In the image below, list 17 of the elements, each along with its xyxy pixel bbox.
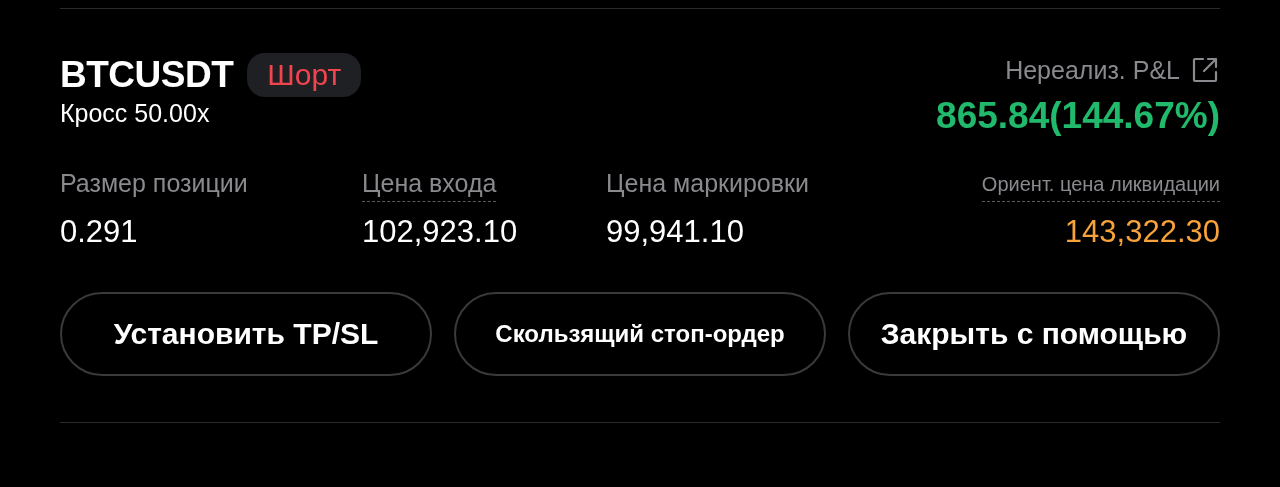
- margin-mode: Кросс 50.00x: [60, 99, 211, 128]
- stat-value: 0.291: [60, 214, 138, 250]
- stat-value: 102,923.10: [362, 214, 518, 250]
- stat-label: Размер позиции: [60, 169, 248, 199]
- pnl-label: Нереализ. P&L: [1005, 55, 1180, 85]
- stat-label: Цена маркировки: [606, 169, 809, 199]
- action-button[interactable]: Закрыть с помощью: [848, 292, 1220, 376]
- stat-value: 143,322.30: [1064, 214, 1220, 250]
- pnl-value: 865.84(144.67%): [936, 95, 1220, 137]
- side-badge: Шорт: [247, 53, 362, 97]
- symbol-title: BTCUSDT: [60, 54, 234, 96]
- action-button[interactable]: Скользящий стоп-ордер: [454, 292, 826, 376]
- stat-label: Цена входа: [362, 169, 497, 202]
- stat-value: 99,941.10: [606, 214, 744, 250]
- external-link-icon[interactable]: [1190, 55, 1220, 85]
- action-button[interactable]: Установить TP/SL: [60, 292, 432, 376]
- stat-label: Ориент. цена ликвидации: [981, 169, 1220, 202]
